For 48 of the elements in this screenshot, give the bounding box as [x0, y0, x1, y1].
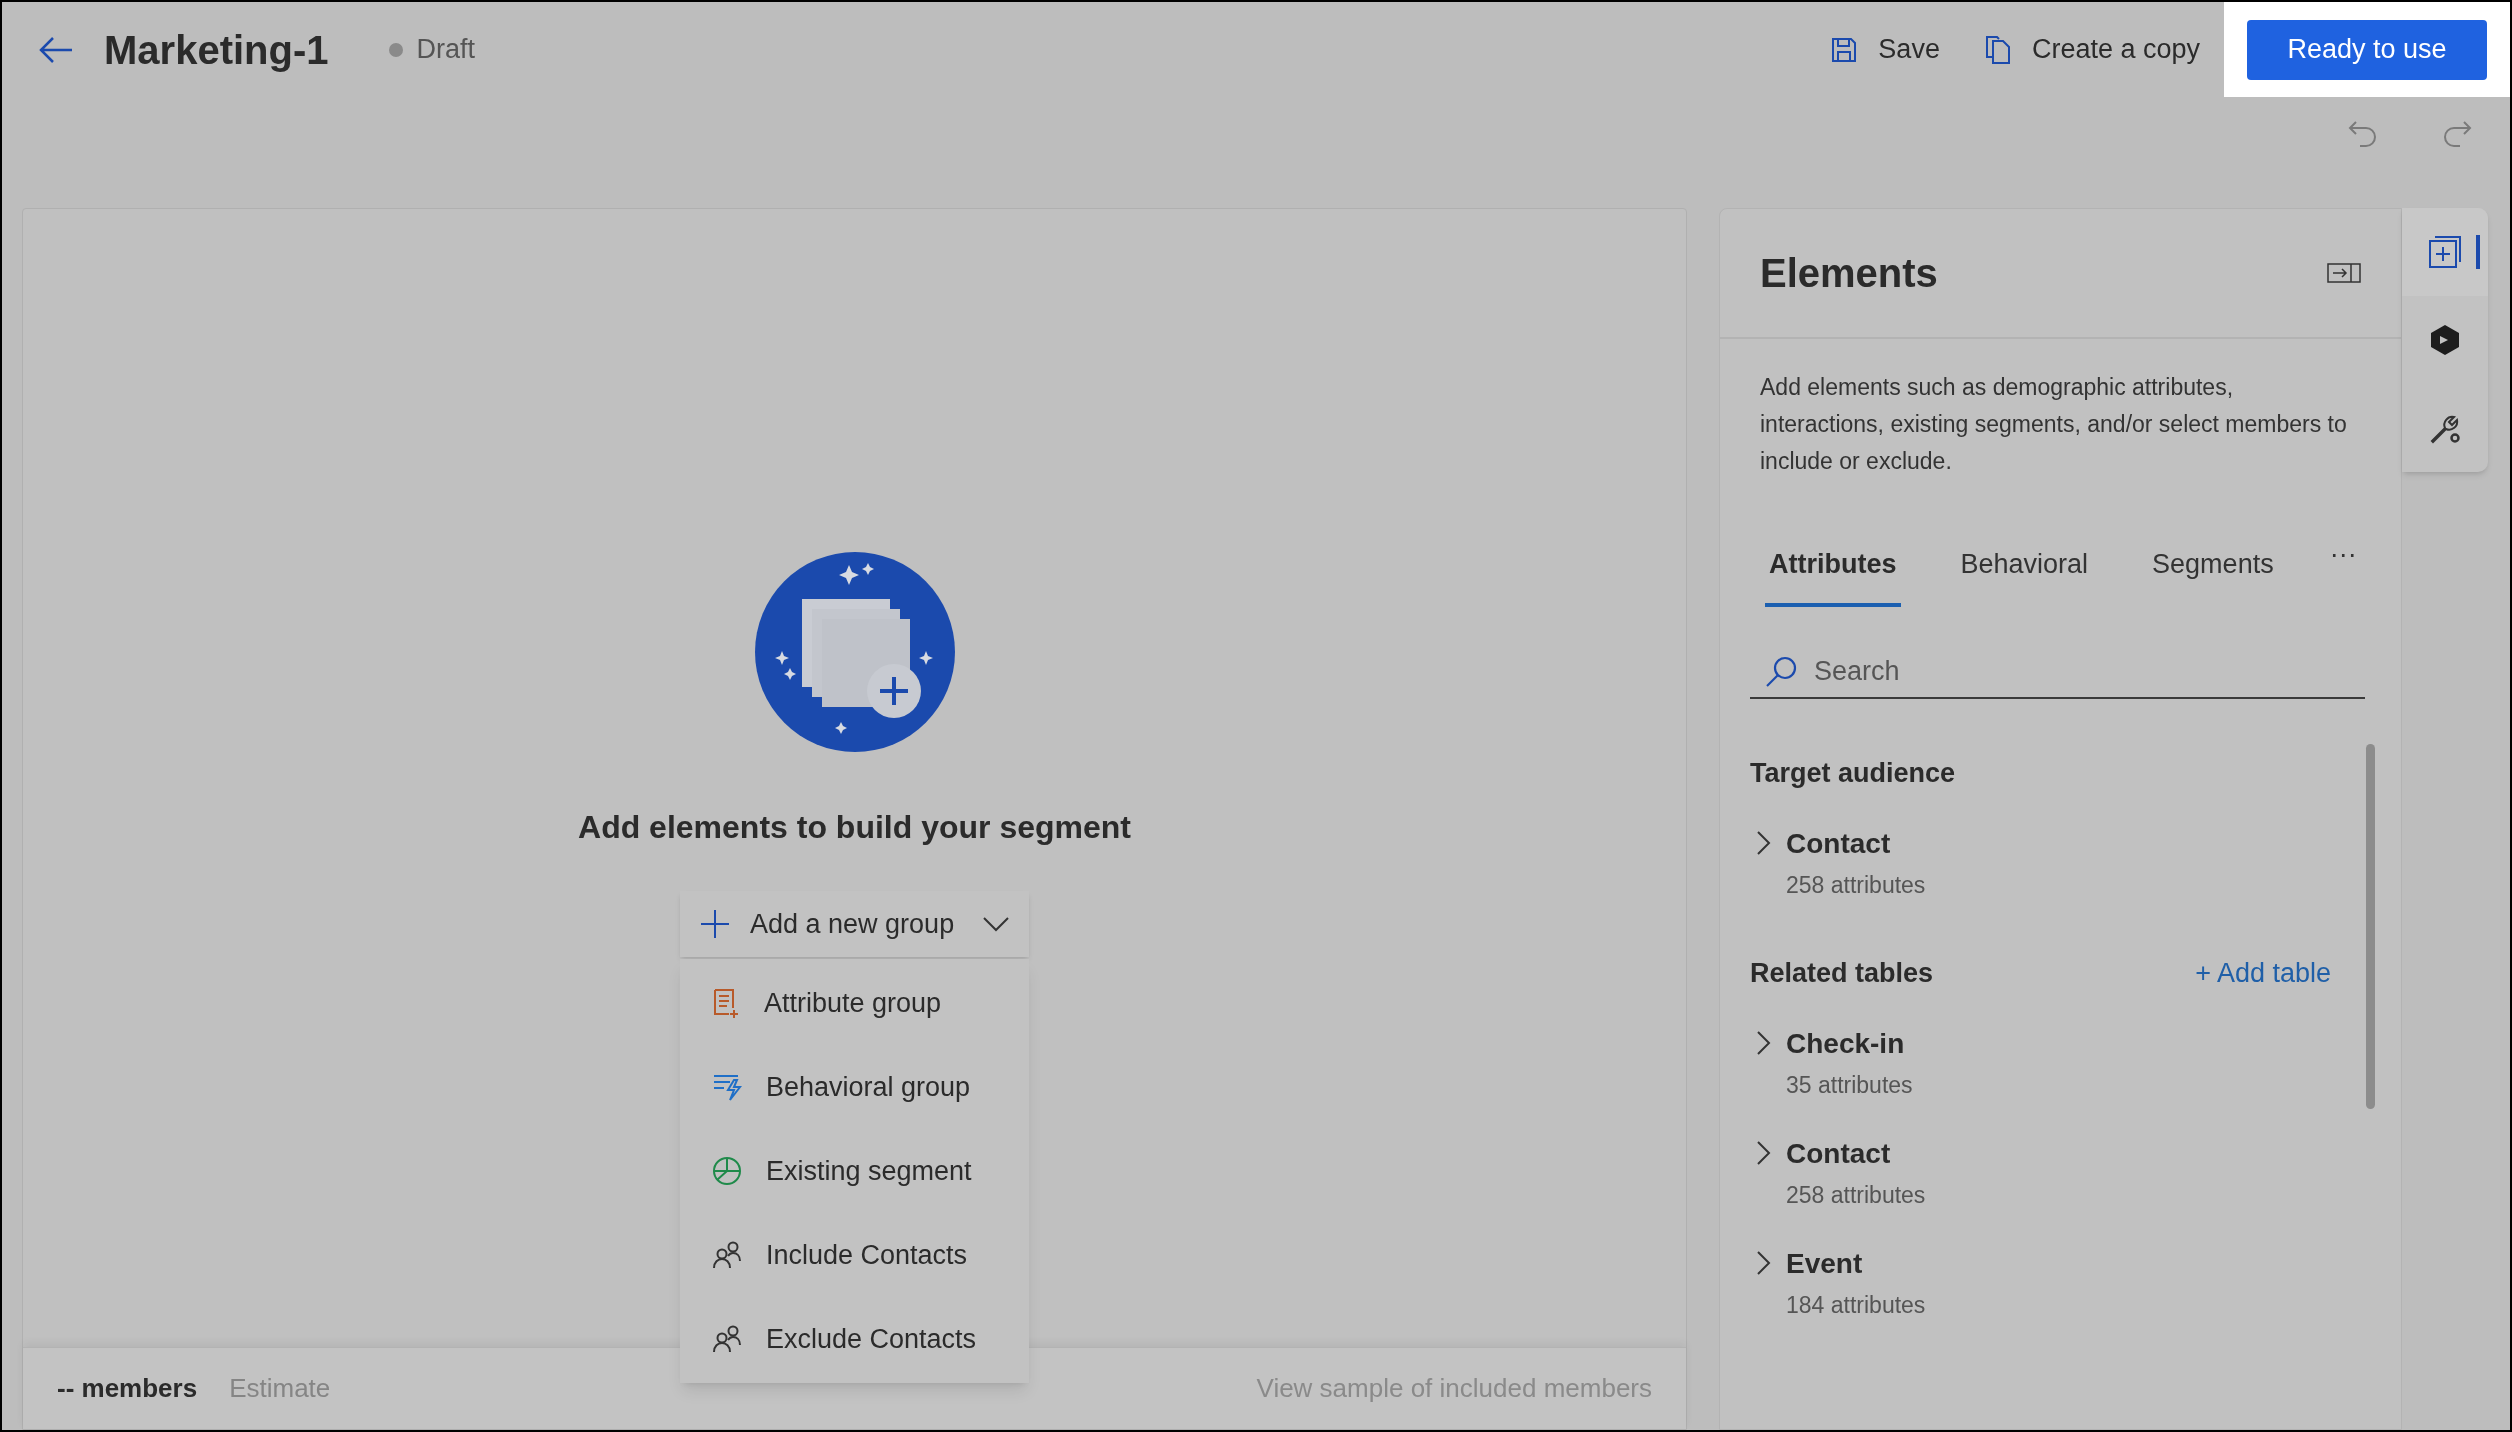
people-icon — [712, 1240, 742, 1270]
menu-item[interactable]: Exclude Contacts — [680, 1297, 1029, 1381]
save-icon — [1830, 35, 1859, 64]
panel-description: Add elements such as demographic attributes, interactions, existing segments, and/or select members to include or exclude. — [1759, 373, 2348, 476]
menu-item[interactable]: Attribute group — [680, 961, 1029, 1045]
list-icon — [712, 988, 740, 1018]
ready-to-use-button[interactable]: Ready to use — [2247, 19, 2487, 80]
search-icon — [1764, 654, 1798, 689]
plus-icon — [700, 909, 730, 939]
status-text: Draft — [416, 33, 475, 67]
chevron-right-icon — [1756, 1139, 1772, 1166]
section-heading: Target audience — [1750, 757, 1956, 791]
menu-item[interactable]: Include Contacts — [680, 1213, 1029, 1297]
add-table-link[interactable]: + Add table — [2195, 953, 2331, 994]
menu-item[interactable]: Existing segment — [680, 1129, 1029, 1213]
copy-button[interactable]: Create a copy — [1983, 29, 2200, 70]
table-item[interactable]: Contact 258 attributes — [1750, 1133, 1926, 1216]
chevron-right-icon — [1756, 1249, 1772, 1276]
copy-icon — [1983, 34, 2012, 65]
pie-chart-icon — [712, 1156, 742, 1186]
chevron-down-icon — [983, 916, 1009, 932]
back-icon[interactable] — [38, 34, 74, 65]
chevron-right-icon — [1756, 829, 1772, 856]
section-heading: Related tables — [1750, 957, 1934, 991]
page-title: Marketing-1 — [104, 26, 329, 74]
add-square-icon — [2428, 235, 2462, 269]
estimate-text: Estimate — [229, 1372, 331, 1405]
lightning-list-icon — [712, 1072, 742, 1102]
save-button[interactable]: Save — [1830, 29, 1940, 70]
copilot-icon — [2428, 323, 2462, 357]
menu-item[interactable]: Behavioral group — [680, 1045, 1029, 1129]
table-item[interactable]: Contact 258 attributes — [1750, 823, 1926, 906]
tab[interactable]: Behavioral — [1956, 544, 2093, 607]
table-item[interactable]: Event 184 attributes — [1750, 1243, 1926, 1326]
scrollbar[interactable] — [2366, 743, 2375, 1109]
tab[interactable]: Attributes — [1765, 544, 1901, 607]
collapse-panel-icon[interactable] — [2327, 263, 2361, 283]
people-icon — [712, 1324, 742, 1354]
member-count: -- members — [57, 1372, 198, 1405]
panel-title: Elements — [1760, 250, 1938, 297]
tab[interactable]: Segments — [2148, 544, 2278, 607]
search-field[interactable]: Search — [1814, 651, 2351, 692]
table-item[interactable]: Check-in 35 attributes — [1750, 1023, 1913, 1106]
add-group-button[interactable]: Add a new group — [680, 891, 1029, 957]
empty-state-heading: Add elements to build your segment — [578, 808, 1131, 847]
more-tabs-button[interactable]: ··· — [2329, 534, 2357, 607]
selected-indicator — [2476, 235, 2480, 269]
chevron-right-icon — [1756, 1029, 1772, 1056]
